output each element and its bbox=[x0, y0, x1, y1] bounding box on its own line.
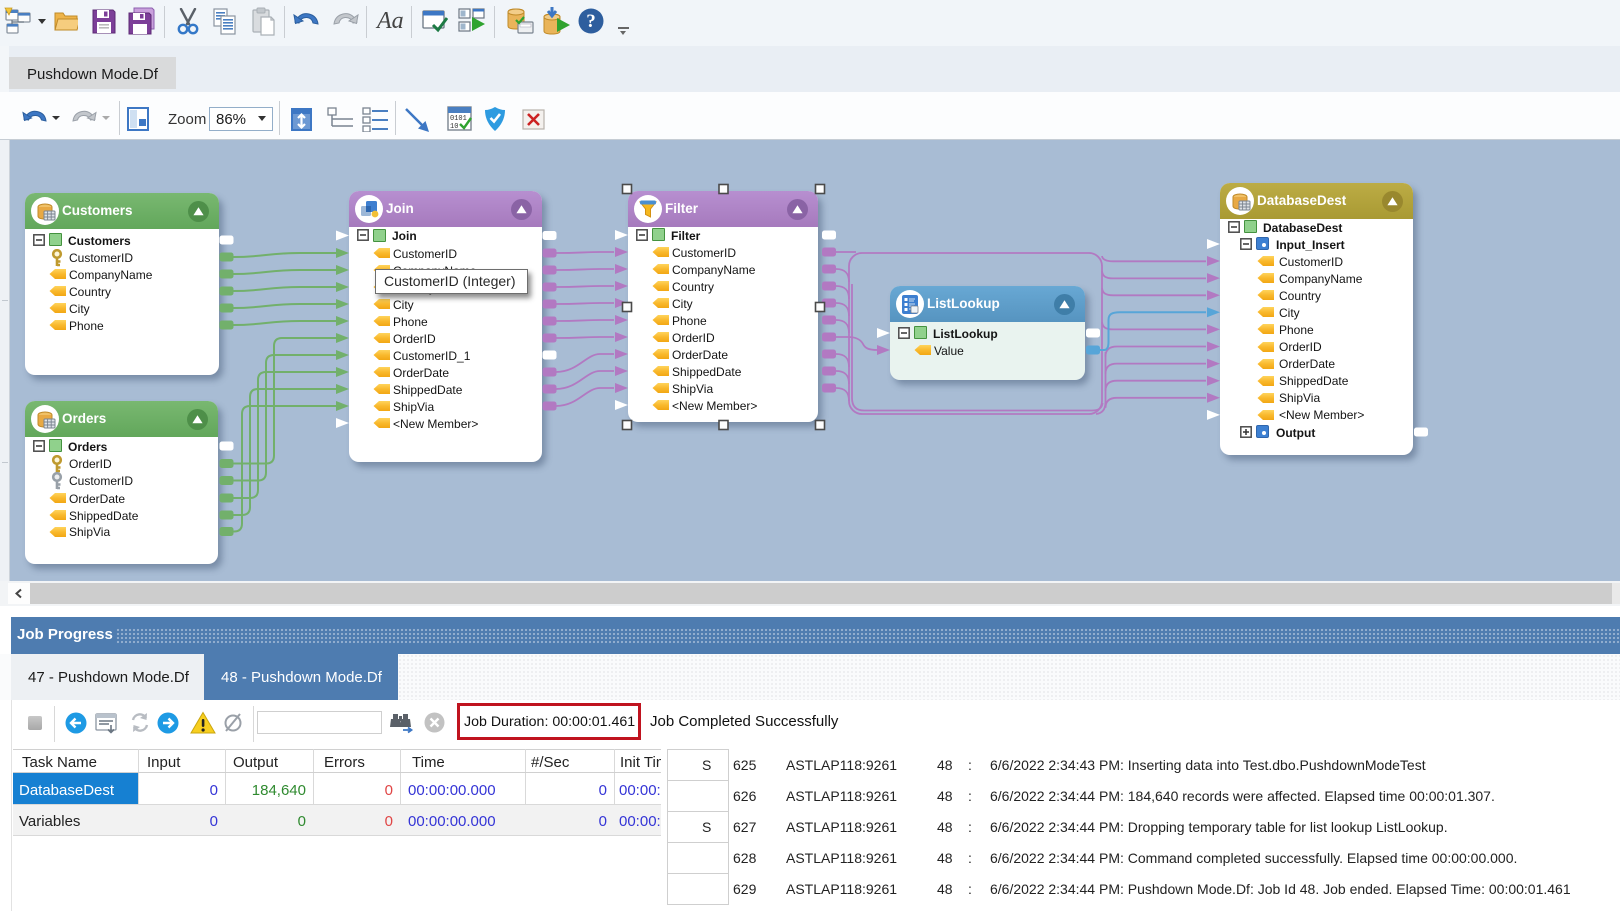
svg-text:10: 10 bbox=[450, 123, 458, 131]
svg-text:?: ? bbox=[586, 11, 596, 32]
svg-text:0101: 0101 bbox=[450, 115, 467, 123]
